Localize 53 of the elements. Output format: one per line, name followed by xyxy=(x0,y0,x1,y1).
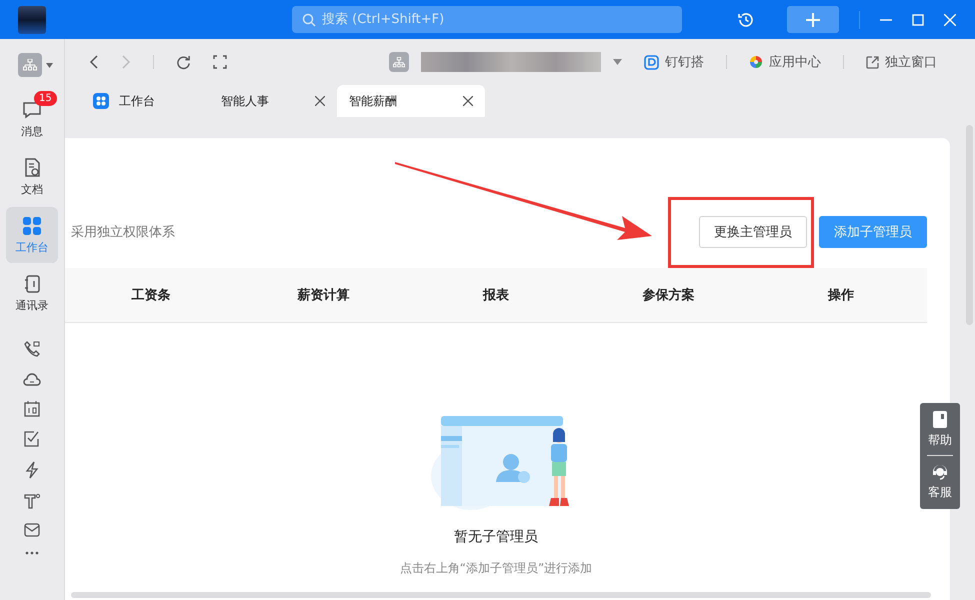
lightning-icon[interactable] xyxy=(25,461,39,479)
fullscreen-icon[interactable] xyxy=(213,55,227,69)
document-icon xyxy=(23,158,41,178)
search-field[interactable]: 搜索 (Ctrl+Shift+F) xyxy=(292,6,682,33)
close-icon[interactable] xyxy=(463,96,473,106)
history-icon[interactable] xyxy=(737,10,755,28)
column-header: 工资条 xyxy=(132,287,171,304)
admin-button[interactable]: 更换主管理员 xyxy=(699,216,807,248)
unread-count: 15 xyxy=(34,91,57,106)
scrollbar[interactable] xyxy=(71,592,931,598)
close-icon[interactable] xyxy=(315,96,325,106)
sidebar-item[interactable]: 通讯录 xyxy=(6,265,58,321)
book-icon xyxy=(933,411,947,428)
calendar-icon[interactable] xyxy=(24,401,40,417)
headset-icon xyxy=(931,462,949,480)
toolbar-link[interactable]: 独立窗口 xyxy=(866,53,937,71)
maximize-icon[interactable] xyxy=(912,14,924,26)
tab[interactable]: 工作台 xyxy=(81,85,209,117)
cloud-icon[interactable] xyxy=(23,371,41,387)
avatar-placeholder[interactable] xyxy=(18,6,46,34)
empty-state-hint: 点击右上角“添加子管理员”进行添加 xyxy=(400,560,592,577)
color-ring-icon xyxy=(749,55,763,69)
column-header: 薪资计算 xyxy=(298,287,350,304)
back-icon[interactable] xyxy=(89,55,99,69)
chat-bubble-icon xyxy=(22,100,42,120)
caret-icon[interactable] xyxy=(613,59,622,65)
dingtalk-builder-icon xyxy=(644,54,659,70)
column-header: 操作 xyxy=(828,287,854,304)
address-book-icon xyxy=(24,275,40,293)
grid-icon xyxy=(93,93,109,109)
toolbar-link[interactable]: 应用中心 xyxy=(749,53,821,71)
toolbar-link[interactable]: 钉钉搭 xyxy=(644,53,704,71)
tab[interactable]: 智能人事 xyxy=(209,85,337,117)
text-tool-icon[interactable] xyxy=(24,493,40,509)
caret-icon[interactable] xyxy=(46,62,52,68)
help-panel-item[interactable]: 帮助 xyxy=(928,411,952,449)
external-window-icon xyxy=(866,56,879,68)
add-button[interactable] xyxy=(787,6,839,33)
sidebar-item[interactable]: 15 消息 xyxy=(6,91,58,147)
column-header: 参保方案 xyxy=(642,286,694,304)
empty-state-title: 暂无子管理员 xyxy=(454,528,538,546)
help-panel-item[interactable]: 客服 xyxy=(928,462,952,501)
refresh-icon[interactable] xyxy=(176,54,191,70)
mail-icon[interactable] xyxy=(24,523,40,537)
sidebar-item[interactable]: 文档 xyxy=(6,149,58,205)
column-header: 报表 xyxy=(482,287,509,304)
tab[interactable]: 智能薪酬 xyxy=(337,85,485,117)
grid-icon xyxy=(23,217,41,235)
phone-icon[interactable] xyxy=(24,341,40,357)
checkbox-icon[interactable] xyxy=(24,431,40,447)
plus-icon xyxy=(805,12,821,28)
more-icon[interactable] xyxy=(25,551,39,555)
description-text: 采用独立权限体系 xyxy=(70,224,175,241)
